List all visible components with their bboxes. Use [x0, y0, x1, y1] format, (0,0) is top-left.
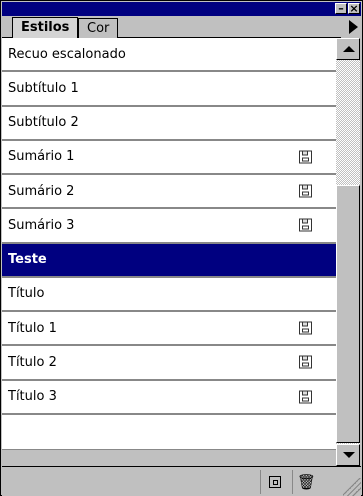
vertical-scrollbar[interactable] — [336, 38, 360, 466]
close-icon[interactable]: × — [348, 3, 360, 14]
style-name: Subtítulo 2 — [8, 115, 79, 131]
tab-bar: Estilos Cor — [2, 16, 361, 38]
style-list-item[interactable]: Teste — [2, 243, 336, 278]
style-list-item[interactable]: Sumário 3 — [2, 209, 336, 244]
style-list-item[interactable]: Subtítulo 2 — [2, 107, 336, 141]
palette-menu-arrow-icon[interactable] — [349, 20, 358, 34]
styles-list: Recuo escalonado Subtítulo 1 Subtítulo 2 Su… — [2, 38, 336, 449]
scroll-down-arrow-icon — [343, 452, 355, 458]
style-list-item[interactable]: Recuo escalonado — [2, 38, 336, 73]
palette-titlebar[interactable]: – × — [2, 2, 361, 16]
save-icon — [299, 150, 312, 164]
style-list-item[interactable]: Subtítulo 1 — [2, 72, 336, 107]
style-list-item[interactable]: Título — [2, 278, 336, 312]
style-name: Título 3 — [8, 389, 57, 405]
delete-style-button[interactable]: 🗑 — [292, 470, 320, 494]
style-name: Subtítulo 1 — [8, 80, 79, 96]
scroll-up-button[interactable] — [336, 38, 360, 60]
style-name: Sumário 2 — [8, 183, 75, 199]
scroll-thumb[interactable] — [336, 185, 360, 443]
style-list-item[interactable]: Título 3 — [2, 381, 336, 415]
tab-cor[interactable]: Cor — [78, 18, 119, 38]
minimize-icon[interactable]: – — [335, 3, 347, 14]
style-list-item[interactable]: Título 2 — [2, 346, 336, 381]
style-name: Título — [8, 286, 45, 302]
style-name: Sumário 3 — [8, 217, 75, 233]
list-bottom-bar — [2, 449, 336, 467]
new-style-icon — [268, 476, 281, 488]
scroll-up-arrow-icon — [343, 46, 355, 52]
save-icon — [299, 355, 312, 369]
style-list-item[interactable]: Sumário 1 — [2, 141, 336, 175]
save-icon — [299, 218, 312, 232]
style-name: Sumário 1 — [8, 149, 75, 165]
trash-icon: 🗑 — [296, 472, 317, 491]
style-list-item[interactable]: Título 1 — [2, 312, 336, 347]
save-icon — [299, 390, 312, 404]
style-list-item[interactable]: Sumário 2 — [2, 175, 336, 210]
resize-grip-icon[interactable] — [343, 478, 361, 496]
new-style-button[interactable] — [260, 470, 288, 494]
style-name: Teste — [8, 252, 47, 268]
style-name: Título 2 — [8, 354, 57, 370]
scroll-down-button[interactable] — [336, 444, 360, 466]
style-name: Recuo escalonado — [8, 46, 126, 62]
tab-estilos[interactable]: Estilos — [12, 17, 79, 38]
save-icon — [299, 321, 312, 335]
style-name: Título 1 — [8, 320, 57, 336]
styles-palette: – × Estilos Cor Recuo escalonado Subtítul… — [0, 0, 363, 496]
palette-footer: 🗑 — [2, 466, 361, 496]
save-icon — [299, 184, 312, 198]
